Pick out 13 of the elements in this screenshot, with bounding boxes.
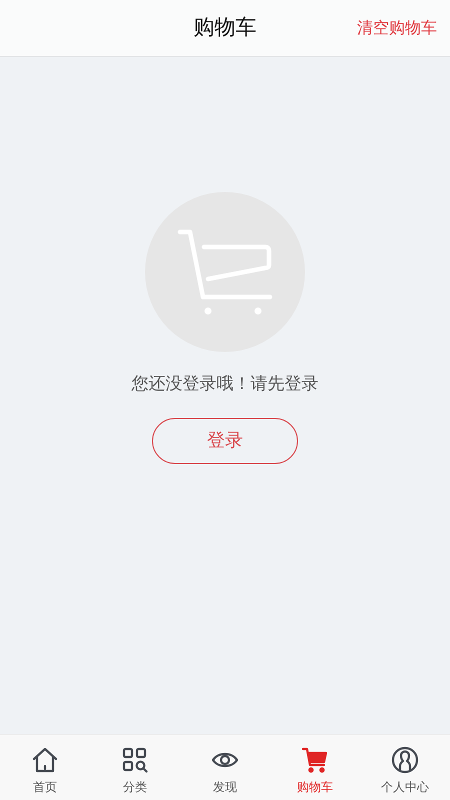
tab-item[interactable]: 首页	[0, 735, 90, 800]
page-title: 购物车	[194, 14, 256, 42]
tab-item[interactable]: 个人中心	[360, 735, 450, 800]
tab-item[interactable]: 发现	[180, 735, 270, 800]
home-icon	[31, 746, 59, 774]
login-button[interactable]: 登录	[152, 418, 298, 464]
tab-item[interactable]: 分类	[90, 735, 180, 800]
clear-cart-link[interactable]: 清空购物车	[357, 16, 437, 40]
tab-item[interactable]: 购物车	[270, 735, 360, 800]
grid-search-icon	[121, 746, 149, 774]
cart-icon	[301, 746, 329, 774]
person-icon	[391, 746, 419, 774]
login-prompt: 您还没登录哦！请先登录	[132, 373, 318, 396]
